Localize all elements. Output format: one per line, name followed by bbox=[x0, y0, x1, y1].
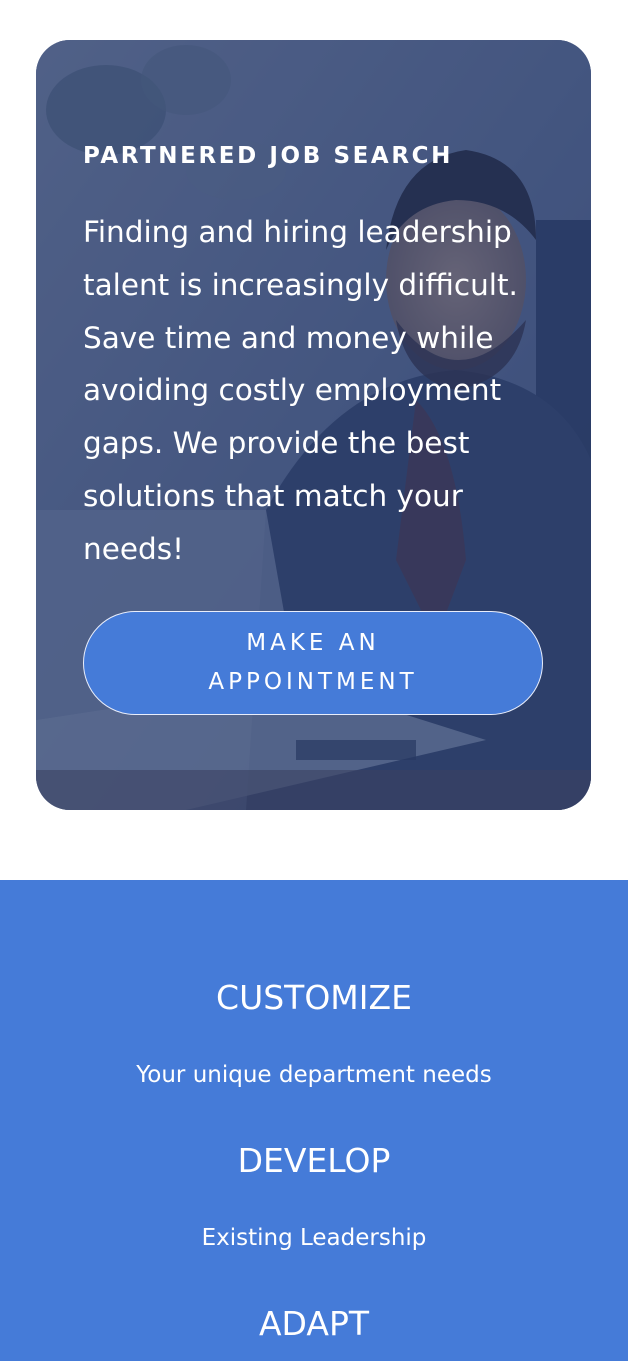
make-appointment-button[interactable]: MAKE AN APPOINTMENT bbox=[83, 611, 543, 715]
hero-card: PARTNERED JOB SEARCH Finding and hiring … bbox=[36, 40, 591, 810]
feature-heading-customize: CUSTOMIZE bbox=[216, 978, 412, 1017]
feature-heading-adapt: ADAPT bbox=[258, 1304, 370, 1343]
hero-eyebrow: PARTNERED JOB SEARCH bbox=[83, 143, 453, 169]
feature-text-customize: Your unique department needs bbox=[136, 1062, 492, 1088]
feature-heading-develop: DEVELOP bbox=[237, 1141, 391, 1180]
hero-content: PARTNERED JOB SEARCH Finding and hiring … bbox=[83, 140, 553, 576]
feature-text-develop: Existing Leadership bbox=[201, 1225, 427, 1251]
features-section: CUSTOMIZE Your unique department needs D… bbox=[0, 880, 628, 1361]
hero-description: Finding and hiring leadership talent is … bbox=[83, 215, 518, 566]
